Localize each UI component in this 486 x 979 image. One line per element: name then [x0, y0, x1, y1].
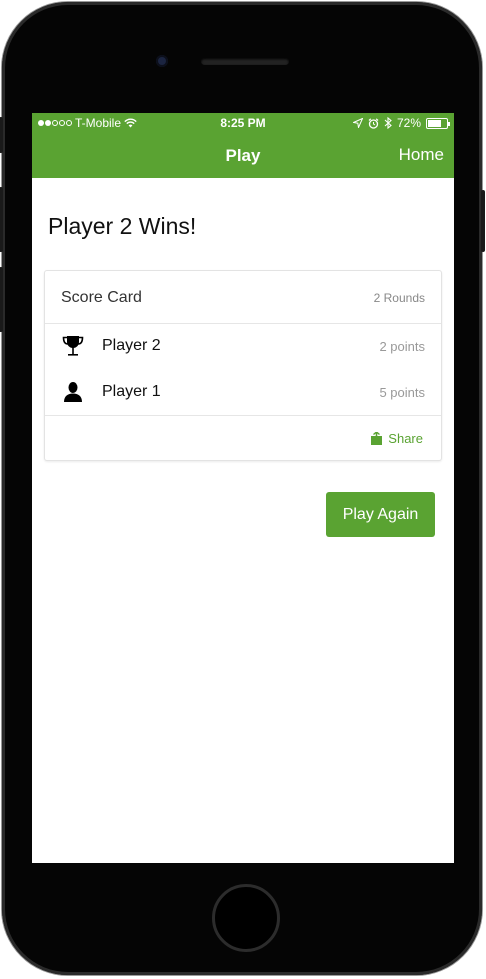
player-row: Player 2 2 points [45, 323, 441, 369]
player-name: Player 2 [102, 337, 161, 354]
rounds-count: 2 Rounds [373, 291, 425, 305]
score-card-footer: Share [45, 415, 441, 461]
volume-up-button [0, 187, 3, 252]
player-points: 2 points [379, 339, 425, 354]
score-card-header: Score Card 2 Rounds [45, 271, 441, 324]
status-right: 72% [352, 116, 450, 130]
location-arrow-icon [352, 118, 363, 128]
navigation-bar: Play Home [32, 133, 454, 178]
alarm-clock-icon [368, 117, 379, 129]
share-label: Share [388, 431, 423, 446]
home-button[interactable] [212, 884, 280, 952]
play-again-button[interactable]: Play Again [326, 492, 435, 537]
bluetooth-icon [384, 117, 392, 129]
winner-headline: Player 2 Wins! [48, 213, 197, 239]
status-bar: T-Mobile 8:25 PM 72% [32, 113, 454, 133]
volume-down-button [0, 267, 3, 332]
mute-switch [0, 117, 3, 153]
player-row: Player 1 5 points [45, 369, 441, 415]
share-button[interactable]: Share [371, 431, 423, 446]
score-card-title: Score Card [61, 289, 142, 306]
nav-title: Play [225, 146, 261, 165]
share-icon [371, 432, 383, 445]
player-points: 5 points [379, 385, 425, 400]
home-nav-button[interactable]: Home [399, 145, 444, 165]
trophy-icon [62, 336, 84, 356]
earpiece-speaker [201, 58, 289, 65]
person-icon [64, 382, 82, 402]
app-screen: T-Mobile 8:25 PM 72% Play Home Player 2 … [32, 113, 454, 863]
battery-icon [426, 117, 450, 129]
player-name: Player 1 [102, 383, 161, 400]
front-camera [156, 55, 168, 67]
score-card: Score Card 2 Rounds Player 2 2 points Pl… [44, 270, 442, 461]
battery-percent: 72% [396, 116, 421, 130]
power-button [481, 190, 485, 252]
